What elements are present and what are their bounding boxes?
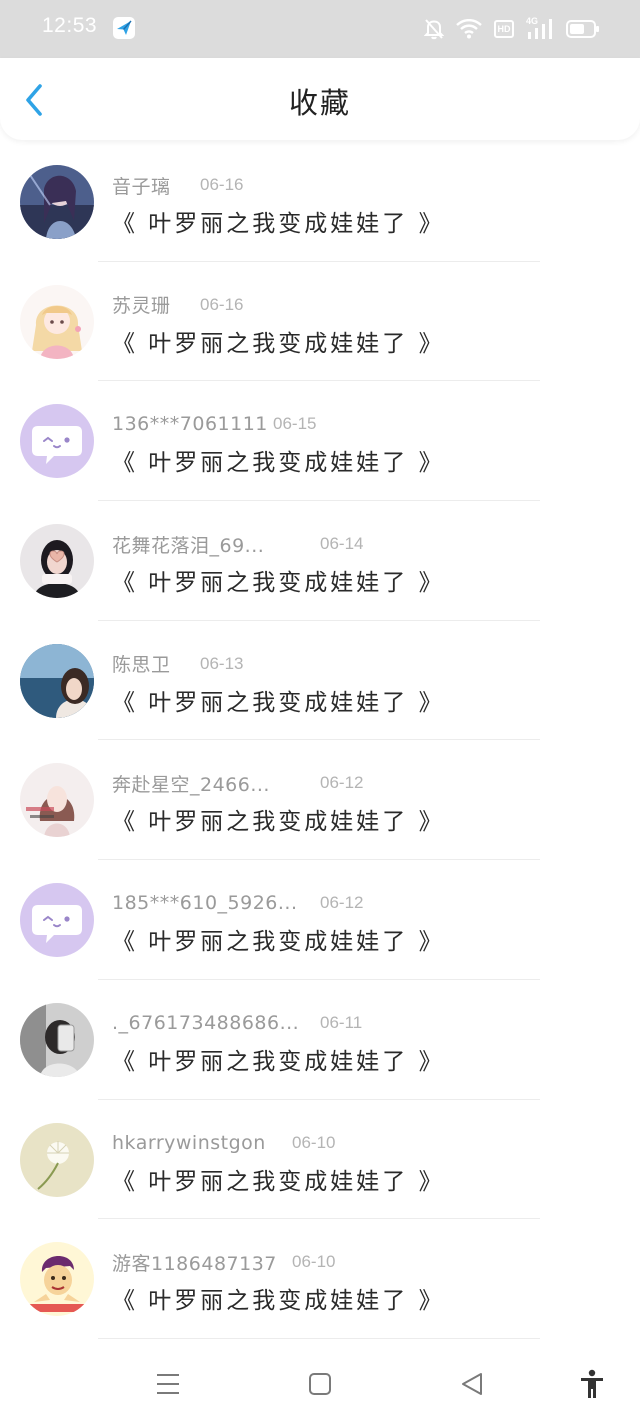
avatar[interactable] (20, 404, 94, 479)
item-meta: 185***610_5926... 06-12 (112, 890, 363, 916)
user-name: 陈思卫 (112, 654, 171, 677)
user-name: hkarrywinstgon (112, 1131, 266, 1154)
avatar[interactable] (20, 524, 94, 599)
book-title[interactable]: 《 叶罗丽之我变成娃娃了 》 (112, 1281, 445, 1315)
item-meta: 苏灵珊 06-16 (112, 292, 243, 318)
divider (98, 1337, 540, 1339)
item-meta: 奔赴星空_2466... 06-12 (112, 770, 363, 796)
item-meta: hkarrywinstgon 06-10 (112, 1130, 335, 1156)
list-item[interactable]: 陈思卫 06-13 《 叶罗丽之我变成娃娃了 》 (0, 621, 640, 741)
accessibility-icon (581, 1369, 603, 1398)
user-name: ._676173488686... (112, 1011, 300, 1034)
favorites-list: 音子璃 06-16 《 叶罗丽之我变成娃娃了 》 苏灵珊 06-16 《 叶罗丽… (0, 142, 640, 1339)
avatar[interactable] (20, 1122, 94, 1197)
item-meta: ._676173488686... 06-11 (112, 1010, 362, 1036)
book-title[interactable]: 《 叶罗丽之我变成娃娃了 》 (112, 922, 445, 956)
page-title: 收藏 (288, 86, 351, 120)
avatar[interactable] (20, 165, 94, 239)
favorite-date: 06-14 (320, 534, 364, 554)
status-bar: 12:53 HD 4G (0, 0, 640, 58)
book-title[interactable]: 《 叶罗丽之我变成娃娃了 》 (112, 683, 445, 717)
system-back-button[interactable] (456, 1368, 488, 1400)
avatar[interactable] (20, 284, 94, 359)
favorite-date: 06-12 (320, 773, 364, 793)
favorite-date: 06-16 (200, 175, 244, 194)
book-title[interactable]: 《 叶罗丽之我变成娃娃了 》 (112, 1042, 445, 1076)
favorite-date: 06-11 (320, 1012, 363, 1032)
favorite-date: 06-13 (200, 653, 244, 673)
hd-icon: HD (494, 20, 514, 38)
favorite-date: 06-12 (320, 893, 364, 913)
avatar[interactable] (20, 1002, 94, 1077)
user-name: 185***610_5926... (112, 892, 298, 915)
item-meta: 陈思卫 06-13 (112, 651, 243, 677)
app-notification-icon (112, 16, 136, 40)
list-item[interactable]: 游客1186487137 06-10 《 叶罗丽之我变成娃娃了 》 (0, 1219, 640, 1339)
avatar[interactable] (20, 883, 94, 958)
signal-4g-icon: 4G (526, 16, 554, 40)
book-title[interactable]: 《 叶罗丽之我变成娃娃了 》 (112, 204, 445, 238)
favorite-date: 06-15 (273, 414, 317, 434)
home-square-icon (309, 1373, 331, 1395)
battery-icon (566, 19, 600, 39)
item-meta: 游客1186487137 06-10 (112, 1249, 335, 1275)
book-title[interactable]: 《 叶罗丽之我变成娃娃了 》 (112, 443, 445, 477)
book-title[interactable]: 《 叶罗丽之我变成娃娃了 》 (112, 1162, 445, 1196)
status-icons: HD 4G (424, 15, 600, 43)
favorite-date: 06-16 (200, 294, 244, 314)
menu-button[interactable] (152, 1368, 184, 1400)
item-meta: 花舞花落泪_69... 06-14 (112, 531, 363, 557)
list-item[interactable]: 185***610_5926... 06-12 《 叶罗丽之我变成娃娃了 》 (0, 860, 640, 980)
app-header: 收藏 (0, 58, 640, 140)
back-triangle-icon (462, 1373, 482, 1395)
favorite-date: 06-10 (292, 1252, 336, 1272)
book-title[interactable]: 《 叶罗丽之我变成娃娃了 》 (112, 563, 445, 597)
wifi-icon (456, 19, 482, 39)
list-item[interactable]: 136***7061111 06-15 《 叶罗丽之我变成娃娃了 》 (0, 381, 640, 502)
user-name: 136***7061111 (112, 413, 268, 436)
user-name: 音子璃 (112, 175, 171, 198)
system-nav-bar (0, 1344, 640, 1422)
list-item[interactable]: 花舞花落泪_69... 06-14 《 叶罗丽之我变成娃娃了 》 (0, 501, 640, 621)
item-meta: 136***7061111 06-15 (112, 411, 316, 437)
list-item[interactable]: ._676173488686... 06-11 《 叶罗丽之我变成娃娃了 》 (0, 980, 640, 1100)
list-item[interactable]: 音子璃 06-16 《 叶罗丽之我变成娃娃了 》 (0, 142, 640, 262)
status-time: 12:53 (42, 14, 98, 37)
user-name: 花舞花落泪_69... (112, 534, 265, 557)
item-meta: 音子璃 06-16 (112, 172, 243, 198)
favorite-date: 06-10 (292, 1132, 336, 1152)
avatar[interactable] (20, 1242, 94, 1317)
home-button[interactable] (304, 1368, 336, 1400)
list-item[interactable]: 奔赴星空_2466... 06-12 《 叶罗丽之我变成娃娃了 》 (0, 740, 640, 861)
avatar[interactable] (20, 643, 94, 718)
user-name: 游客1186487137 (112, 1252, 277, 1275)
user-name: 苏灵珊 (112, 295, 171, 318)
book-title[interactable]: 《 叶罗丽之我变成娃娃了 》 (112, 802, 445, 836)
avatar[interactable] (20, 763, 94, 838)
list-item[interactable]: 苏灵珊 06-16 《 叶罗丽之我变成娃娃了 》 (0, 262, 640, 382)
user-name: 奔赴星空_2466... (112, 773, 270, 796)
accessibility-button[interactable] (576, 1368, 608, 1400)
book-title[interactable]: 《 叶罗丽之我变成娃娃了 》 (112, 324, 445, 358)
mute-icon (424, 18, 444, 40)
menu-icon (157, 1374, 179, 1394)
list-item[interactable]: hkarrywinstgon 06-10 《 叶罗丽之我变成娃娃了 》 (0, 1100, 640, 1220)
